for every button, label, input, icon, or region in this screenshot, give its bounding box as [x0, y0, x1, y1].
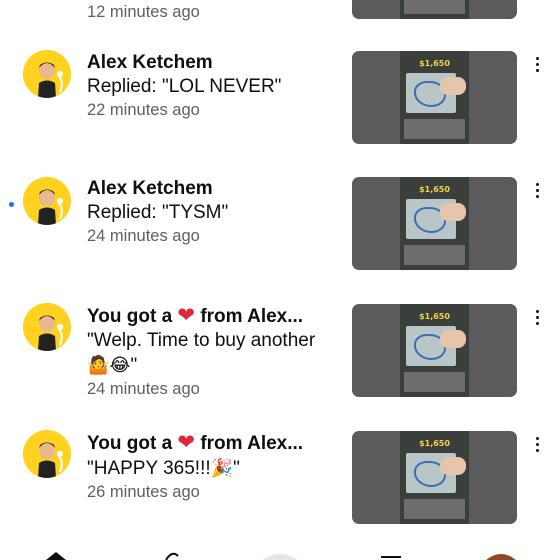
notification-title: Alex Ketchem: [87, 52, 213, 73]
notification-text: You got a ❤ from Alex... "HAPPY 365!!!🎉"…: [87, 431, 345, 503]
notification-body: "HAPPY 365!!!🎉": [87, 456, 345, 481]
create-icon[interactable]: [262, 550, 298, 560]
more-vert-icon[interactable]: [534, 310, 540, 328]
notification-time: 26 minutes ago: [87, 483, 200, 501]
notification-item[interactable]: You got a ❤ from Alex... "HAPPY 365!!!🎉"…: [0, 427, 560, 527]
notification-body: Replied: "TYSM": [87, 202, 229, 223]
heart-icon: ❤: [177, 304, 196, 327]
thumbnail-price: $1,650: [419, 312, 450, 321]
notification-item[interactable]: You got a ❤ from Alex... "Welp. Time to …: [0, 300, 560, 400]
notification-item[interactable]: Alex Ketchem Replied: "TYSM" 24 minutes …: [0, 173, 560, 273]
video-thumbnail[interactable]: $1,650: [352, 431, 517, 524]
avatar[interactable]: [23, 303, 71, 351]
notification-title: You got a ❤ from Alex...: [87, 304, 345, 329]
title-prefix: You got a: [87, 433, 173, 454]
more-vert-icon[interactable]: [534, 437, 540, 455]
notification-title: Alex Ketchem: [87, 178, 213, 199]
thumbnail-price: $1,650: [419, 185, 450, 194]
shrug-laugh-emoji: 🤷😂: [87, 355, 131, 375]
notification-body: Replied: "LOL NEVER": [87, 76, 282, 97]
video-thumbnail[interactable]: [352, 0, 517, 19]
avatar-image: [23, 50, 71, 98]
notification-text: Alex Ketchem Replied: "LOL NEVER" 22 min…: [87, 51, 345, 121]
avatar-image: [23, 303, 71, 351]
notification-time: 22 minutes ago: [87, 101, 200, 119]
avatar[interactable]: [23, 50, 71, 98]
body-text: "HAPPY 365!!!: [87, 458, 211, 479]
avatar[interactable]: [23, 430, 71, 478]
notification-body: "Welp. Time to buy another: [87, 330, 316, 351]
notification-body-line2: 🤷😂": [87, 353, 345, 378]
notification-item[interactable]: Alex Ketchem Replied: "LOL NEVER" 22 min…: [0, 47, 560, 147]
bottom-navigation: [0, 548, 560, 560]
more-vert-icon[interactable]: [534, 183, 540, 201]
avatar-image: [23, 177, 71, 225]
video-thumbnail[interactable]: $1,650: [352, 177, 517, 270]
thumbnail-price: $1,650: [419, 439, 450, 448]
more-vert-icon[interactable]: [534, 57, 540, 75]
title-prefix: You got a: [87, 306, 173, 327]
party-popper-emoji: 🎉: [210, 458, 234, 478]
notification-text: Alex Ketchem Replied: "TYSM" 24 minutes …: [87, 177, 345, 247]
notification-text: You got a ❤ from Alex... "Welp. Time to …: [87, 304, 345, 400]
notification-text: 12 minutes ago: [87, 1, 345, 23]
video-thumbnail[interactable]: $1,650: [352, 51, 517, 144]
shorts-icon[interactable]: [162, 550, 182, 560]
avatar[interactable]: [23, 177, 71, 225]
notification-time: 24 minutes ago: [87, 380, 200, 398]
notification-time: 24 minutes ago: [87, 227, 200, 245]
video-thumbnail[interactable]: $1,650: [352, 304, 517, 397]
body-tail: ": [233, 458, 240, 479]
avatar[interactable]: [486, 550, 516, 560]
subscriptions-icon[interactable]: [380, 550, 402, 560]
title-suffix: from Alex...: [200, 306, 304, 327]
home-icon[interactable]: [46, 550, 66, 560]
notification-feed: 12 minutes ago Alex Ketchem Replied: "LO…: [0, 0, 560, 548]
thumbnail-price: $1,650: [419, 59, 450, 68]
title-suffix: from Alex...: [200, 433, 304, 454]
unread-indicator: [9, 202, 14, 207]
heart-icon: ❤: [177, 431, 196, 454]
avatar-image: [23, 430, 71, 478]
notification-title: You got a ❤ from Alex...: [87, 431, 345, 456]
notification-time: 12 minutes ago: [87, 3, 200, 21]
body-line2-tail: ": [130, 355, 138, 376]
